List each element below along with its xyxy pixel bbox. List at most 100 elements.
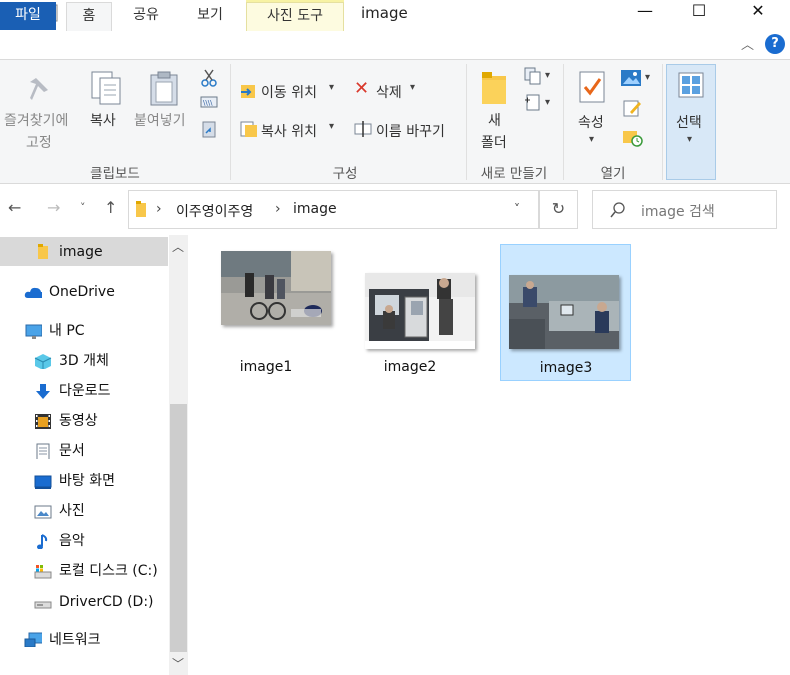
scroll-up-icon[interactable]: ︿ [172,238,184,255]
search-icon [610,202,625,218]
download-icon [36,384,50,399]
new-folder-label-2[interactable]: 폴더 [481,132,507,152]
paste-button[interactable]: 붙여넣기 [134,110,186,130]
maximize-button[interactable]: ☐ [676,0,722,26]
up-icon[interactable]: ↑ [104,198,117,217]
file-name: image2 [383,359,437,375]
open-group-label: 열기 [600,166,626,182]
scroll-down-icon[interactable]: ﹀ [172,655,184,672]
properties-button[interactable]: 속성 [578,112,604,132]
tab-home[interactable]: 홈 [66,2,112,31]
edit-icon[interactable] [622,98,642,118]
pin-icon [30,78,48,100]
delete-dropdown-icon[interactable]: ▾ [410,82,415,93]
copy-path-icon[interactable]: \\\\ [200,95,218,109]
folder-icon [38,244,48,259]
new-item-icon[interactable] [524,67,542,85]
breadcrumb-separator-1[interactable]: › [156,201,162,217]
image2-thumbnail [365,273,475,349]
file-tile-image2[interactable]: image2 [345,245,475,381]
nav-item-downloads[interactable]: 다운로드 [0,377,168,405]
copy-icon [91,71,121,105]
nav-item-desktop[interactable]: 바탕 화면 [0,467,168,495]
nav-item-music[interactable]: 음악 [0,527,168,555]
search-placeholder: image 검색 [641,204,715,220]
new-item-dropdown-icon[interactable]: ▾ [545,70,550,81]
refresh-button[interactable]: ↻ [539,190,578,229]
minimize-button[interactable]: — [622,0,668,26]
nav-item-onedrive[interactable]: OneDrive [0,278,168,306]
move-to-button[interactable]: 이동 위치 [261,82,317,102]
select-icon [678,72,704,98]
image3-thumbnail [509,275,619,349]
paste-shortcut-icon[interactable] [201,119,217,139]
breadcrumb-separator-2[interactable]: › [275,201,281,217]
forward-icon[interactable]: → [47,198,60,217]
delete-button[interactable]: 삭제 [376,82,402,102]
move-to-dropdown-icon[interactable]: ▾ [329,82,334,93]
tab-file[interactable]: 파일 [0,2,56,30]
open-dropdown-icon[interactable]: ▾ [645,72,650,83]
ribbon-tab-bar [0,30,790,60]
ribbon-collapse-icon[interactable]: ︿ [741,34,754,53]
history-icon[interactable] [622,126,644,148]
cd-drive-icon [34,601,52,609]
copy-button[interactable]: 복사 [90,110,116,130]
nav-item-label: OneDrive [49,284,115,300]
close-button[interactable]: ✕ [735,0,781,26]
new-folder-icon [482,72,506,104]
move-to-icon [241,85,255,98]
properties-icon [579,71,605,103]
nav-item-label: 사진 [59,503,85,519]
select-label: 선택 [676,115,702,131]
cut-icon[interactable] [200,68,218,88]
rename-icon [354,121,372,137]
cloud-icon [24,287,42,298]
tab-view[interactable]: 보기 [186,2,234,30]
nav-item-pictures[interactable]: 사진 [0,497,168,525]
copy-to-dropdown-icon[interactable]: ▾ [329,121,334,132]
organize-group-label: 구성 [332,166,358,182]
pin-to-quick-access-label-2[interactable]: 고정 [26,132,52,152]
desktop-icon [34,475,52,489]
nav-scrollbar-thumb[interactable] [170,404,187,652]
nav-item-documents[interactable]: 문서 [0,437,168,465]
file-name: image1 [239,359,293,375]
nav-item-label: image [59,244,103,260]
nav-item-this-pc[interactable]: 내 PC [0,317,168,345]
breadcrumb-item-image[interactable]: image [293,201,337,217]
easy-access-icon[interactable] [524,94,542,112]
open-icon[interactable] [620,68,642,88]
new-group-label: 새로 만들기 [480,166,548,182]
file-tile-image1[interactable]: image1 [201,245,331,381]
rename-button[interactable]: 이름 바꾸기 [376,121,445,141]
easy-access-dropdown-icon[interactable]: ▾ [545,97,550,108]
office-scene-thumbnail-image [509,275,619,349]
nav-item-videos[interactable]: 동영상 [0,407,168,435]
svg-text:\\\\: \\\\ [203,99,213,107]
tab-photo-tools[interactable]: 사진 도구 [246,2,344,31]
tab-share[interactable]: 공유 [122,2,170,30]
pictures-icon [34,505,52,519]
nav-item-label: 음악 [59,533,85,549]
cube-icon [34,354,52,369]
back-icon[interactable]: ← [8,198,21,217]
car-door-scene-thumbnail-image [365,273,475,349]
nav-item-image[interactable]: image [0,238,168,266]
nav-item-drivercd[interactable]: DriverCD (D:) [0,588,168,616]
pin-to-quick-access-label-1[interactable]: 즐겨찾기에 [4,110,68,130]
nav-item-local-disk[interactable]: 로컬 디스크 (C:) [0,557,168,585]
file-tile-image3[interactable]: image3 [500,244,631,381]
breadcrumb-item-user[interactable]: 이주영이주영 [176,201,253,221]
music-icon [37,534,48,549]
window-title: image [361,4,408,22]
address-history-dropdown-icon[interactable]: ˅ [514,202,520,216]
copy-to-button[interactable]: 복사 위치 [261,121,317,141]
folder-icon [136,201,146,217]
recent-locations-icon[interactable]: ˅ [80,201,86,214]
help-icon[interactable]: ? [765,34,785,54]
properties-dropdown-icon[interactable]: ▾ [589,134,594,145]
nav-item-3d-objects[interactable]: 3D 개체 [0,347,168,375]
nav-item-network[interactable]: 네트워크 [0,626,168,654]
new-folder-label-1[interactable]: 새 [488,110,501,130]
